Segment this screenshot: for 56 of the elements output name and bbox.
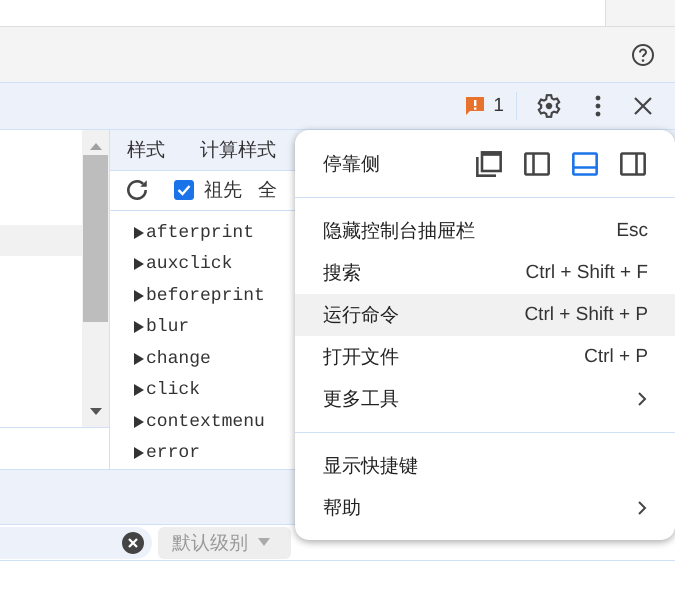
expand-icon[interactable] <box>134 226 144 239</box>
scroll-down-icon[interactable] <box>88 407 102 417</box>
all-label: 全 <box>258 179 277 204</box>
shortcut-text: Esc <box>616 220 648 242</box>
issues-button[interactable]: 1 <box>465 92 517 120</box>
expand-icon[interactable] <box>134 352 144 365</box>
menu-item[interactable]: 运行命令 Ctrl + Shift + P <box>295 294 675 336</box>
event-name: contextmenu <box>146 412 265 432</box>
menu-item[interactable]: 打开文件 Ctrl + P <box>295 336 675 378</box>
clear-icon[interactable] <box>122 532 144 554</box>
menu-item-label: 隐藏控制台抽屉栏 <box>323 220 475 244</box>
event-name: blur <box>146 317 190 338</box>
dock-left-icon[interactable] <box>523 150 551 178</box>
event-name: error <box>146 443 200 464</box>
menu-item[interactable]: 隐藏控制台抽屉栏 Esc <box>295 210 675 252</box>
menu-item-label: 帮助 <box>323 497 361 521</box>
menu-label: 停靠侧 <box>323 152 380 176</box>
menu-item-label: 打开文件 <box>323 346 399 370</box>
menu-item-label: 显示快捷键 <box>323 455 418 479</box>
chevron-right-icon <box>636 500 648 516</box>
expand-icon[interactable] <box>134 321 144 334</box>
menu-item[interactable]: 搜索 Ctrl + Shift + F <box>295 252 675 294</box>
dock-bottom-icon[interactable] <box>571 150 599 178</box>
dropdown-arrow-icon <box>258 538 270 547</box>
settings-icon <box>536 93 562 119</box>
expand-icon[interactable] <box>134 290 144 302</box>
menu-item[interactable]: 显示快捷键 <box>295 445 675 487</box>
issue-icon <box>465 96 486 116</box>
shortcut-text: Ctrl + Shift + F <box>526 262 648 284</box>
menu-item[interactable]: 帮助 <box>295 487 675 529</box>
menu-item[interactable]: 更多工具 <box>295 378 675 420</box>
menu-item-label: 搜索 <box>323 262 361 286</box>
ancestors-label: 祖先 <box>204 179 242 204</box>
menu-item-label: 更多工具 <box>323 388 399 412</box>
chevron-right-icon <box>636 391 648 407</box>
panel-tab[interactable]: 计算样式 <box>200 136 276 163</box>
expand-icon[interactable] <box>134 258 144 270</box>
event-name: click <box>146 380 200 400</box>
checkmark-icon <box>177 184 191 196</box>
expand-icon[interactable] <box>134 384 144 396</box>
shortcut-text: Ctrl + Shift + P <box>524 304 648 326</box>
settings-button[interactable] <box>535 92 563 120</box>
scrollbar[interactable] <box>82 130 109 427</box>
ancestors-checkbox[interactable] <box>174 180 194 200</box>
shortcut-text: Ctrl + P <box>584 346 648 368</box>
event-name: beforeprint <box>146 286 265 306</box>
expand-icon[interactable] <box>134 447 144 460</box>
menu-item-label: 运行命令 <box>323 304 399 328</box>
panel-tab[interactable]: 样式 <box>127 136 165 163</box>
expand-icon[interactable] <box>134 416 144 428</box>
filter-field[interactable] <box>0 526 152 558</box>
event-name: auxclick <box>146 254 232 274</box>
dock-right-icon[interactable] <box>619 150 647 178</box>
event-name: afterprint <box>146 222 254 243</box>
event-name: change <box>146 348 211 369</box>
undock-icon[interactable] <box>475 150 503 178</box>
